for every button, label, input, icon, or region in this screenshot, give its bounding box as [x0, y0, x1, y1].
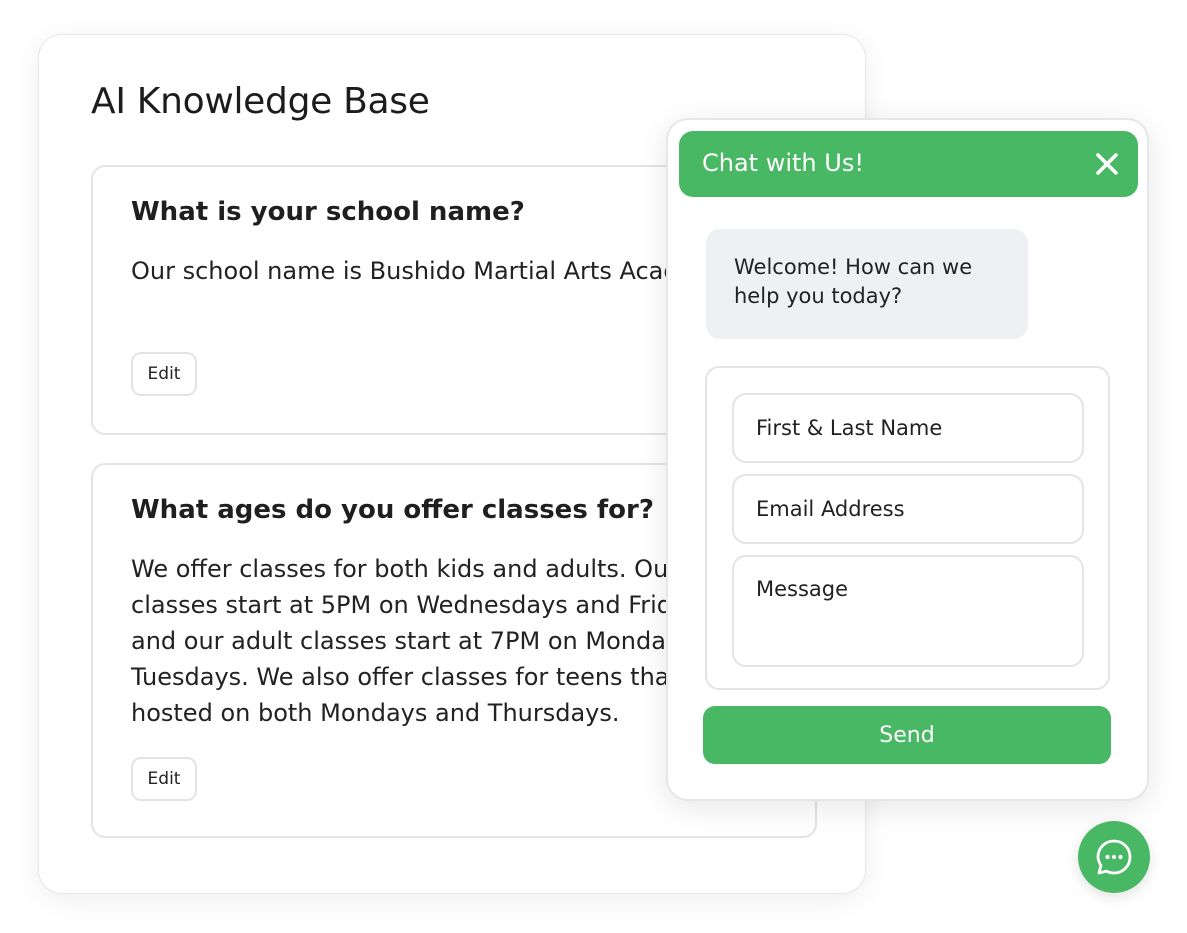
- send-button[interactable]: Send: [703, 706, 1111, 764]
- faq-question: What ages do you offer classes for?: [131, 495, 654, 525]
- page-title: AI Knowledge Base: [91, 81, 430, 122]
- chat-header: Chat with Us!: [679, 131, 1138, 197]
- edit-button[interactable]: Edit: [131, 757, 197, 801]
- close-icon[interactable]: [1090, 147, 1124, 181]
- faq-question: What is your school name?: [131, 197, 525, 227]
- chat-bubble-icon: [1096, 839, 1132, 875]
- welcome-message-bubble: Welcome! How can we help you today?: [706, 229, 1028, 339]
- email-field[interactable]: [732, 474, 1084, 544]
- chat-title: Chat with Us!: [702, 149, 864, 177]
- message-field[interactable]: [732, 555, 1084, 667]
- chat-launcher-button[interactable]: [1078, 821, 1150, 893]
- contact-form: [705, 366, 1110, 690]
- name-field[interactable]: [732, 393, 1084, 463]
- chat-widget-panel: Chat with Us! Welcome! How can we help y…: [666, 118, 1149, 801]
- edit-button[interactable]: Edit: [131, 352, 197, 396]
